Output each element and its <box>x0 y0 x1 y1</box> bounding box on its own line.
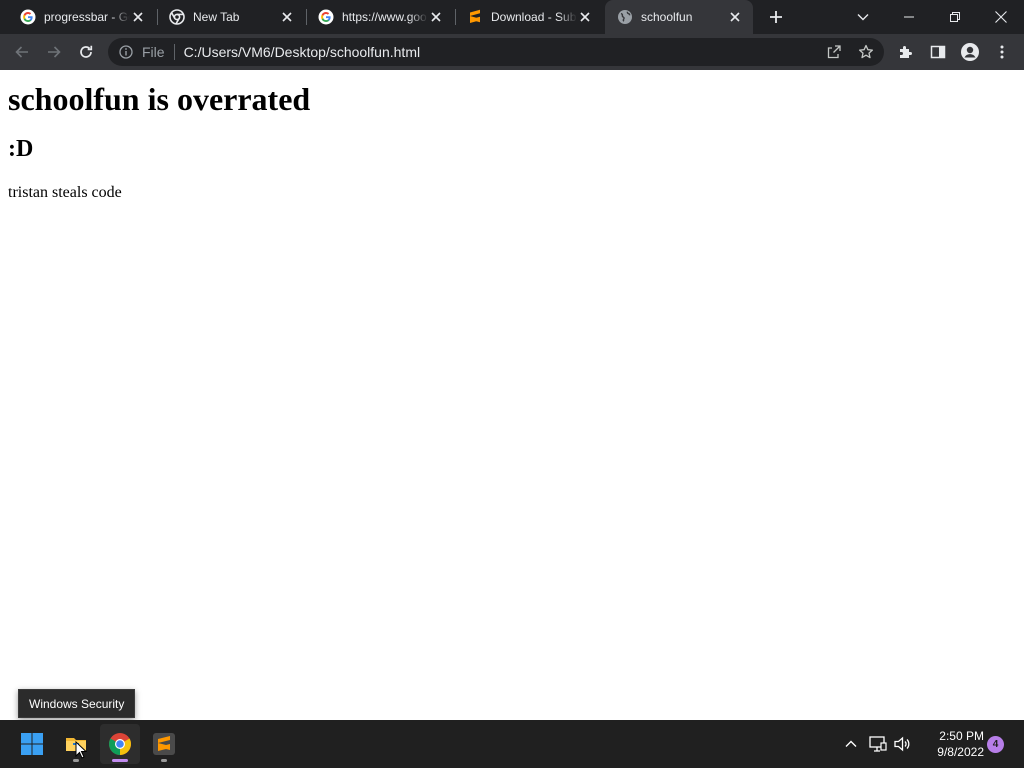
address-bar[interactable]: File C:/Users/VM6/Desktop/schoolfun.html <box>108 38 884 66</box>
running-indicator <box>73 759 79 762</box>
star-icon[interactable] <box>852 38 880 66</box>
chrome-icon <box>169 9 185 25</box>
extensions-button[interactable] <box>892 38 920 66</box>
side-panel-button[interactable] <box>924 38 952 66</box>
tab-title: progressbar - Goo <box>44 10 130 24</box>
url-text[interactable]: C:/Users/VM6/Desktop/schoolfun.html <box>184 44 820 60</box>
tab-schoolfun[interactable]: schoolfun <box>605 0 753 34</box>
restore-icon <box>950 12 960 22</box>
forward-button[interactable] <box>40 38 68 66</box>
taskbar-tooltip: Windows Security <box>18 689 136 718</box>
kebab-menu-icon <box>1000 45 1004 59</box>
restore-button[interactable] <box>932 0 978 34</box>
page-subheading: :D <box>8 136 34 162</box>
sublime-text-icon <box>467 9 483 25</box>
clock-date: 9/8/2022 <box>937 745 984 759</box>
page-paragraph: tristan steals code <box>8 184 122 201</box>
system-clock[interactable]: 2:50 PM 9/8/2022 <box>920 728 984 760</box>
sublime-text-taskbar-button[interactable] <box>144 724 184 764</box>
minimize-button[interactable] <box>886 0 932 34</box>
clock-time: 2:50 PM <box>939 729 984 743</box>
tab-title: https://www.goo <box>342 10 427 24</box>
chevron-down-icon <box>857 14 869 21</box>
share-icon[interactable] <box>820 38 848 66</box>
close-icon[interactable] <box>130 9 146 25</box>
volume-icon[interactable] <box>891 732 915 756</box>
browser-tab-strip: progressbar - Goo New Tab <box>0 0 1024 34</box>
tab-title: New Tab <box>193 10 240 24</box>
back-button[interactable] <box>8 38 36 66</box>
menu-button[interactable] <box>988 38 1016 66</box>
tab-new-tab[interactable]: New Tab <box>157 0 305 34</box>
windows-logo-icon <box>21 733 43 755</box>
close-icon[interactable] <box>577 9 593 25</box>
tab-title: schoolfun <box>641 10 693 24</box>
plus-icon <box>770 11 782 23</box>
running-indicator <box>161 759 167 762</box>
close-icon <box>995 11 1007 23</box>
sublime-text-icon <box>153 733 175 755</box>
new-tab-button[interactable] <box>765 6 787 28</box>
puzzle-icon <box>900 46 912 58</box>
browser-toolbar: File C:/Users/VM6/Desktop/schoolfun.html <box>0 34 1024 70</box>
page-content: schoolfun is overrated :D tristan steals… <box>0 70 1024 720</box>
tab-download-sublime[interactable]: Download - Subl <box>455 0 603 34</box>
globe-icon <box>617 9 633 25</box>
mouse-cursor-icon <box>75 741 87 759</box>
notification-badge[interactable]: 4 <box>987 736 1004 753</box>
profile-button[interactable] <box>956 38 984 66</box>
close-icon[interactable] <box>279 9 295 25</box>
chevron-up-icon <box>845 740 857 747</box>
tab-google-url[interactable]: https://www.goo <box>306 0 454 34</box>
reload-icon <box>80 45 93 58</box>
info-icon[interactable] <box>118 44 134 60</box>
reload-button[interactable] <box>72 38 100 66</box>
windows-taskbar: 2:50 PM 9/8/2022 4 <box>0 720 1024 768</box>
close-icon[interactable] <box>727 9 743 25</box>
network-icon[interactable] <box>866 732 890 756</box>
minimize-icon <box>904 16 914 18</box>
close-window-button[interactable] <box>978 0 1024 34</box>
show-hidden-icons-button[interactable] <box>839 732 863 756</box>
arrow-left-icon <box>15 46 28 58</box>
divider <box>173 44 175 60</box>
chrome-icon <box>109 733 131 755</box>
tab-search-button[interactable] <box>840 0 886 34</box>
side-panel-icon <box>930 45 946 59</box>
arrow-right-icon <box>48 46 61 58</box>
chrome-taskbar-button[interactable] <box>100 724 140 764</box>
close-icon[interactable] <box>428 9 444 25</box>
active-indicator <box>112 759 128 762</box>
avatar-icon <box>961 43 979 61</box>
google-g-icon <box>318 9 334 25</box>
start-button[interactable] <box>12 724 52 764</box>
page-heading: schoolfun is overrated <box>8 81 311 117</box>
google-g-icon <box>20 9 36 25</box>
tab-progressbar[interactable]: progressbar - Goo <box>8 0 156 34</box>
file-explorer-button[interactable] <box>56 724 96 764</box>
tab-title: Download - Subl <box>491 10 577 24</box>
scheme-label: File <box>142 44 165 60</box>
